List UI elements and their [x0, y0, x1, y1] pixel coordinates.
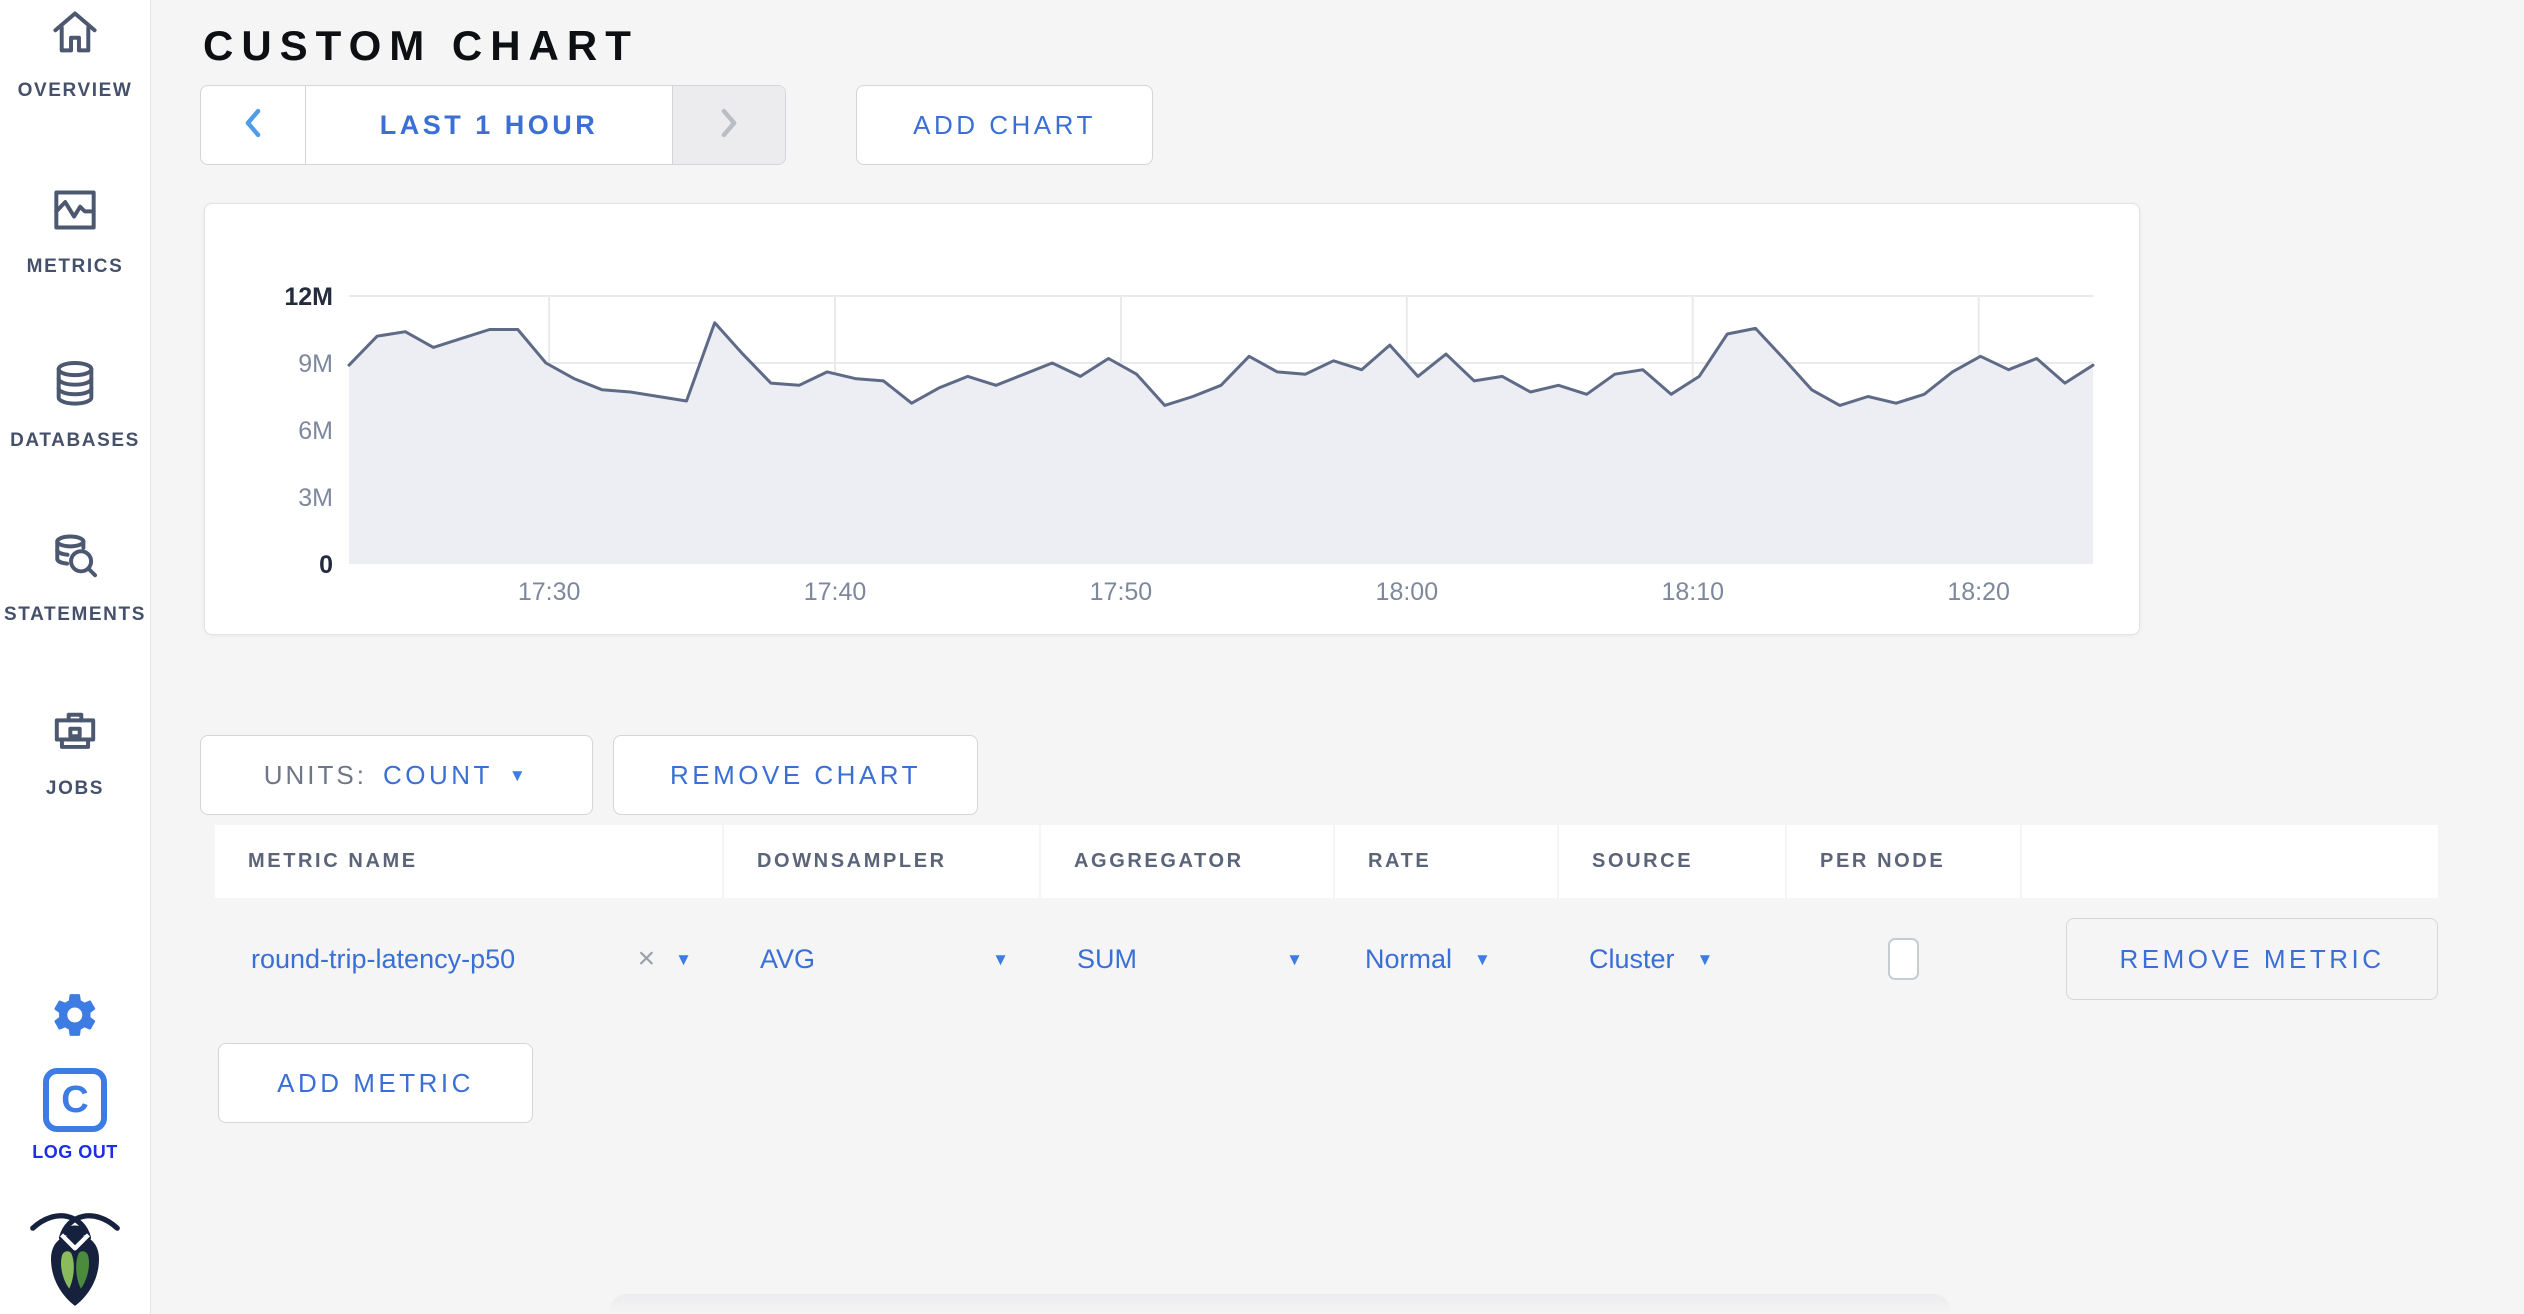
sidebar-item-label: DATABASES	[10, 430, 140, 451]
source-value: Cluster	[1589, 943, 1675, 974]
svg-text:17:30: 17:30	[518, 578, 581, 606]
svg-text:0: 0	[319, 551, 333, 579]
statements-icon	[47, 530, 103, 591]
column-header-actions	[2022, 825, 2438, 898]
time-window-selector: LAST 1 HOUR	[200, 85, 786, 165]
table-row-metric-name-cell: round-trip-latency-p50 × ▼	[215, 900, 722, 1018]
rate-value: Normal	[1365, 943, 1453, 974]
sidebar-item-label: JOBS	[45, 778, 105, 799]
svg-text:17:50: 17:50	[1090, 578, 1153, 606]
caret-down-icon: ▼	[1286, 949, 1303, 969]
sidebar-item-label: STATEMENTS	[4, 604, 146, 625]
custom-chart-page: OVERVIEW METRICS DATABASES STATEMENTS JO…	[0, 0, 2524, 1314]
time-window-prev-button[interactable]	[201, 86, 306, 164]
cockroach-monogram-icon: C	[43, 1068, 107, 1132]
home-icon	[47, 6, 103, 67]
aggregator-value: SUM	[1077, 943, 1137, 974]
metrics-icon	[47, 182, 103, 243]
column-header-rate: RATE	[1335, 825, 1557, 898]
sidebar-item-label: METRICS	[26, 256, 124, 277]
page-title: CUSTOM CHART	[203, 22, 639, 70]
units-label: UNITS:	[263, 759, 367, 790]
bottom-sheet-shadow	[610, 1294, 1950, 1314]
per-node-cell	[1787, 900, 2020, 1018]
source-select[interactable]: Cluster ▼	[1559, 900, 1785, 1018]
settings-button[interactable]	[50, 990, 100, 1040]
time-window-next-button[interactable]	[672, 86, 785, 164]
sidebar-item-statements[interactable]: STATEMENTS	[0, 530, 150, 626]
column-header-downsampler: DOWNSAMPLER	[724, 825, 1039, 898]
sidebar-item-metrics[interactable]: METRICS	[0, 182, 150, 278]
database-icon	[47, 356, 103, 417]
metric-table: METRIC NAME DOWNSAMPLER AGGREGATOR RATE …	[215, 825, 2438, 1018]
sidebar-item-overview[interactable]: OVERVIEW	[0, 6, 150, 102]
chevron-right-icon	[716, 106, 742, 145]
logout-label: LOG OUT	[32, 1142, 118, 1162]
sidebar-item-label: OVERVIEW	[17, 80, 133, 101]
caret-down-icon: ▼	[1696, 949, 1714, 969]
column-header-aggregator: AGGREGATOR	[1041, 825, 1333, 898]
gear-icon	[50, 994, 100, 1044]
downsampler-select[interactable]: AVG ▼	[724, 900, 1039, 1018]
svg-text:6M: 6M	[298, 417, 333, 445]
metric-name-value[interactable]: round-trip-latency-p50	[251, 944, 515, 975]
row-actions-cell: REMOVE METRIC	[2022, 900, 2438, 1018]
logout-button[interactable]: C LOG OUT	[0, 1068, 150, 1163]
svg-text:18:00: 18:00	[1376, 578, 1439, 606]
column-header-metric-name: METRIC NAME	[215, 825, 722, 898]
caret-down-icon: ▼	[1474, 949, 1491, 969]
add-chart-button[interactable]: ADD CHART	[856, 85, 1153, 165]
cockroachdb-logo	[27, 1203, 123, 1309]
downsampler-value: AVG	[760, 943, 816, 974]
time-window-label[interactable]: LAST 1 HOUR	[306, 86, 672, 164]
remove-metric-button[interactable]: REMOVE METRIC	[2066, 918, 2438, 1000]
rate-select[interactable]: Normal ▼	[1335, 900, 1557, 1018]
caret-down-icon[interactable]: ▼	[675, 951, 692, 968]
svg-text:3M: 3M	[298, 484, 333, 512]
caret-down-icon: ▼	[992, 949, 1009, 969]
units-dropdown[interactable]: UNITS: COUNT ▼	[200, 735, 593, 815]
per-node-checkbox[interactable]	[1888, 938, 1919, 980]
remove-chart-button[interactable]: REMOVE CHART	[613, 735, 978, 815]
chart-card: 17:30 17:40 17:50 18:00 18:10 18:20 0 3M 6M 9M 12M	[204, 203, 2140, 635]
svg-text:18:10: 18:10	[1661, 578, 1724, 606]
chevron-left-icon	[240, 106, 266, 145]
svg-text:9M: 9M	[298, 350, 333, 378]
units-value: COUNT	[382, 759, 493, 790]
timeseries-chart[interactable]: 17:30 17:40 17:50 18:00 18:10 18:20 0 3M 6M 9M 12M	[205, 204, 2137, 632]
clear-metric-icon[interactable]: ×	[638, 944, 656, 974]
sidebar: OVERVIEW METRICS DATABASES STATEMENTS JO…	[0, 0, 151, 1314]
briefcase-icon	[47, 704, 103, 765]
add-metric-button[interactable]: ADD METRIC	[218, 1043, 533, 1123]
svg-text:17:40: 17:40	[804, 578, 867, 606]
column-header-per-node: PER NODE	[1787, 825, 2020, 898]
svg-text:12M: 12M	[284, 283, 333, 311]
sidebar-item-jobs[interactable]: JOBS	[0, 704, 150, 800]
caret-down-icon: ▼	[508, 765, 530, 785]
aggregator-select[interactable]: SUM ▼	[1041, 900, 1333, 1018]
svg-text:18:20: 18:20	[1947, 578, 2010, 606]
sidebar-item-databases[interactable]: DATABASES	[0, 356, 150, 452]
column-header-source: SOURCE	[1559, 825, 1785, 898]
